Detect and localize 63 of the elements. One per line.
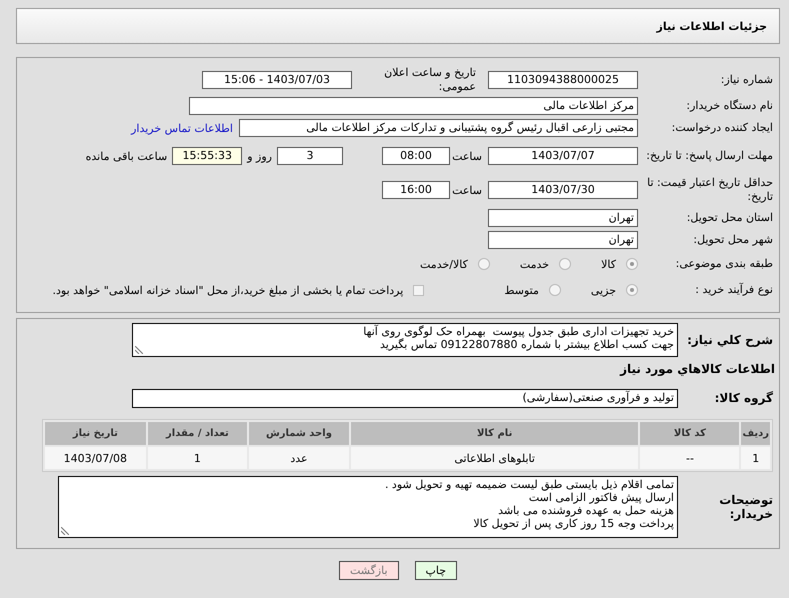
requester-field: مجتبی زارعی اقبال رئیس گروه پشتیبانی و تدارکات مرکز اطلاعات مالی [239, 119, 638, 137]
validity-time-field: 16:00 [382, 181, 450, 199]
remaining-label: ساعت باقی مانده [86, 150, 168, 162]
column-header: ردیف [741, 422, 770, 445]
field-label: حداقل تاریخ اعتبار قیمت: تا تاریخ: [646, 176, 774, 204]
buyer-contact-link[interactable]: اطلاعات تماس خریدار [131, 122, 233, 134]
radio-button[interactable] [559, 258, 572, 270]
checkbox-label: پرداخت تمام یا بخشی از مبلغ خرید،از محل "اسناد خزانه اسلامی" خواهد بود. [52, 284, 404, 296]
radio-button[interactable] [548, 284, 561, 296]
column-header: کد کالا [640, 422, 740, 445]
deadline-date-field: 1403/07/07 [488, 147, 638, 165]
remaining-time-field: 15:55:33 [172, 147, 242, 165]
validity-date-field: 1403/07/30 [488, 181, 638, 199]
buyer-org-field: مرکز اطلاعات مالی [189, 97, 638, 115]
announce-date-field: 1403/07/03 - 15:06 [202, 71, 352, 89]
radio-button[interactable] [626, 258, 638, 270]
table-cell: 1403/07/08 [45, 447, 146, 469]
section-label: توضیحات خریدار: [718, 493, 774, 521]
section-label: شرح کلي نياز: [686, 333, 774, 347]
table-cell: عدد [249, 447, 349, 469]
radio-label: کالا [601, 258, 616, 270]
back-button[interactable]: بازگشت [338, 561, 399, 580]
column-header: نام کالا [350, 422, 638, 445]
radio-button[interactable] [478, 258, 490, 270]
table-cell: -- [640, 447, 740, 469]
field-label: شهر محل تحویل: [692, 233, 774, 247]
field-label: مهلت ارسال پاسخ: تا تاریخ: [645, 149, 774, 163]
page-title: جزئیات اطلاعات نیاز [656, 20, 767, 32]
field-label: استان محل تحویل: [686, 211, 774, 225]
resize-grip-icon[interactable] [135, 346, 143, 354]
days-label: روز و [247, 150, 272, 162]
days-field: 3 [277, 147, 343, 165]
field-label: تاریخ و ساعت اعلان عمومی: [383, 66, 477, 94]
field-label: نوع فرآیند خرید : [694, 283, 774, 297]
section-label: گروه کالا: [714, 391, 774, 405]
buyer-notes-field[interactable]: تمامی اقلام ذیل بایستی طبق لیست ضمیمه تهیه و تحویل شود . ارسال پیش فاکتور الزامی است هزینه حمل به عهده فروشنده می باشد پرداخت وجه 15 روز کاری پس از تحویل کالا [58, 476, 678, 538]
column-header: واحد شمارش [249, 422, 349, 445]
time-label: ساعت [451, 184, 482, 196]
table-cell: تابلوهای اطلاعاتی [350, 447, 638, 469]
radio-label: متوسط [504, 284, 539, 296]
time-label: ساعت [451, 150, 482, 162]
field-label: شماره نیاز: [720, 73, 774, 87]
table-cell: 1 [148, 447, 248, 469]
description-field[interactable]: خرید تجهیزات اداری طبق جدول پیوست بهمراه حک لوگوی روی آنها جهت کسب اطلاع بیشتر با شماره 09122807880 تماس بگیرید [132, 323, 678, 357]
need-number-field: 1103094388000025 [488, 71, 638, 89]
radio-label: کالا/خدمت [420, 258, 468, 270]
checkbox[interactable] [413, 284, 424, 296]
section-heading: اطلاعات کالاهاي مورد نياز [620, 362, 776, 376]
resize-grip-icon[interactable] [61, 527, 69, 535]
radio-label: خدمت [520, 258, 550, 270]
print-button[interactable]: چاپ [414, 561, 458, 580]
field-label: طبقه بندی موضوعی: [674, 257, 774, 271]
deadline-time-field: 08:00 [382, 147, 450, 165]
column-header: تعداد / مقدار [148, 422, 248, 445]
radio-button[interactable] [626, 284, 638, 296]
field-label: ایجاد کننده درخواست: [670, 121, 774, 135]
city-field: تهران [488, 231, 638, 249]
goods-group-field: تولید و فرآوری صنعتی(سفارشی) [132, 388, 678, 408]
radio-label: جزیی [590, 284, 616, 296]
column-header: تاریخ نیاز [45, 422, 146, 445]
table-cell: 1 [741, 447, 770, 469]
field-label: نام دستگاه خریدار: [685, 99, 774, 113]
province-field: تهران [488, 209, 638, 227]
